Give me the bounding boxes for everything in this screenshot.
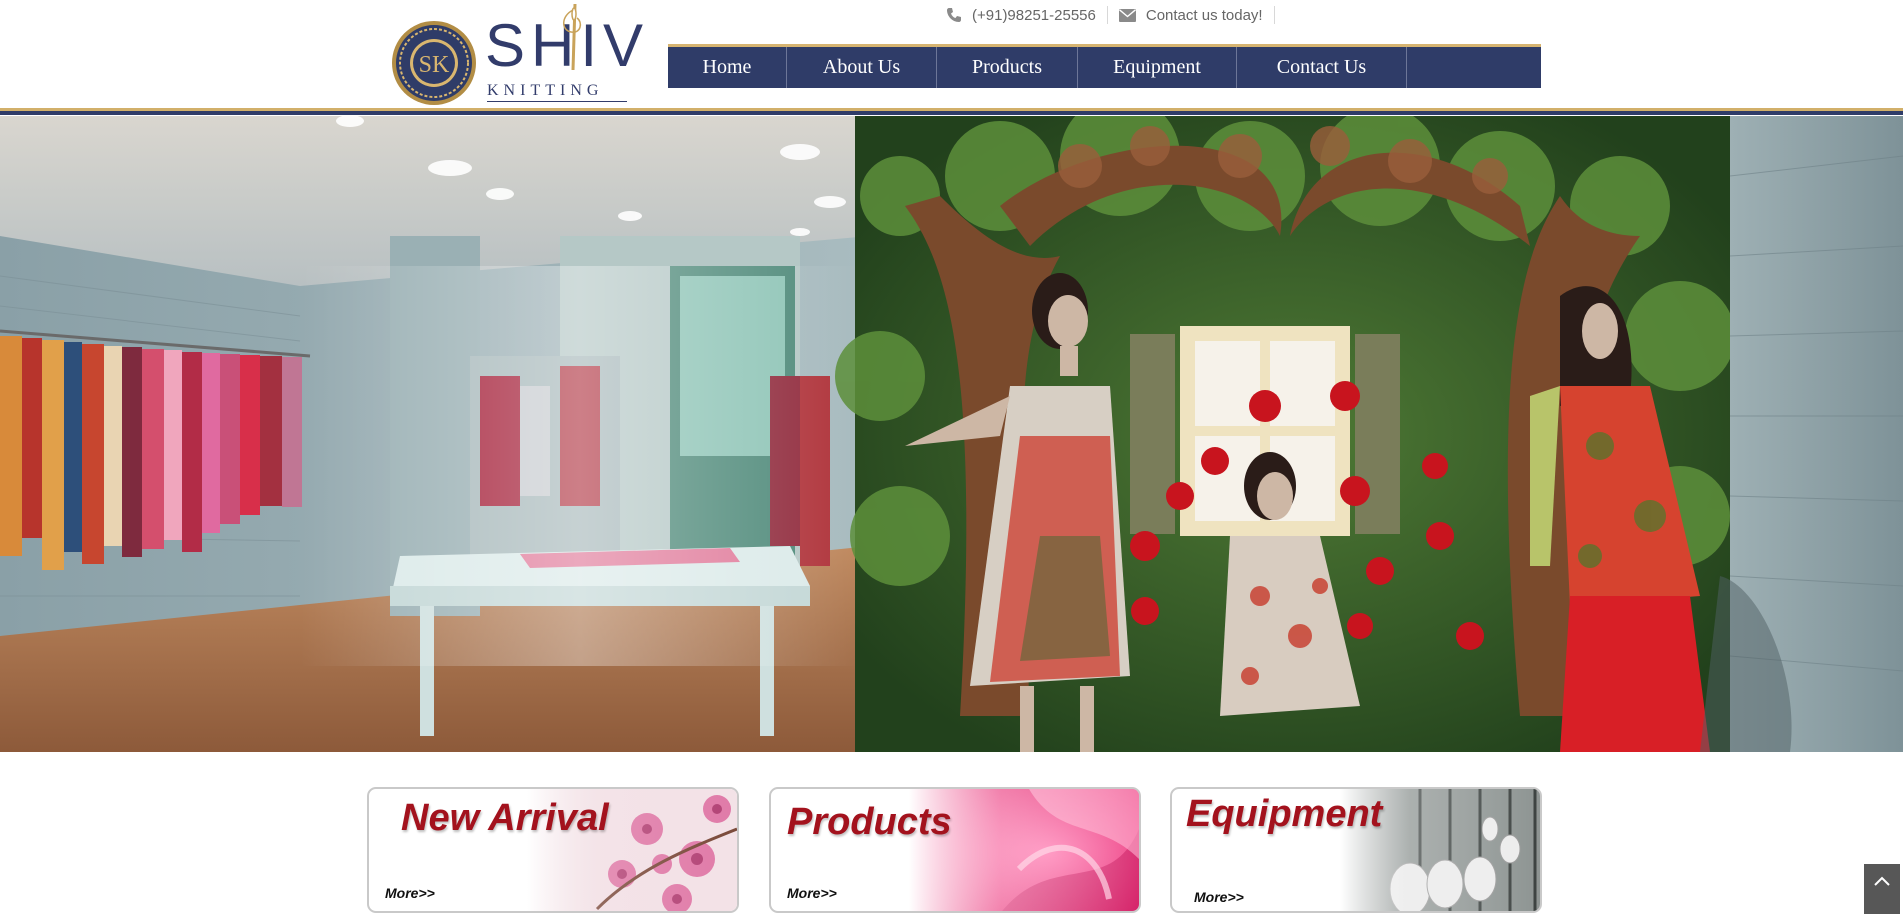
chevron-up-icon bbox=[1874, 876, 1890, 886]
logo-needle-graphic bbox=[563, 3, 582, 71]
contact-link: Contact us today! bbox=[1145, 6, 1263, 24]
hero-store-illustration bbox=[0, 116, 1903, 752]
hero-banner-image bbox=[0, 116, 1903, 752]
logo-subtitle: KNITTING bbox=[487, 82, 627, 102]
card-more-link-equipment[interactable]: More>> bbox=[1194, 889, 1244, 905]
header-navy-rule bbox=[0, 111, 1903, 115]
contact-topbar: (+91)98251-25556 Contact us today! bbox=[946, 4, 1275, 26]
feature-cards: New Arrival More>> Products More>> Equip… bbox=[0, 787, 1903, 914]
nav-home[interactable]: Home bbox=[668, 47, 787, 88]
scroll-to-top-button[interactable] bbox=[1864, 864, 1900, 914]
nav-products[interactable]: Products bbox=[937, 47, 1078, 88]
svg-text:SK: SK bbox=[419, 52, 450, 78]
logo-seal: SK bbox=[392, 21, 476, 105]
nav-equipment[interactable]: Equipment bbox=[1078, 47, 1237, 88]
site-logo[interactable]: SK SHIV KNITTING bbox=[389, 2, 643, 106]
card-equipment[interactable]: Equipment More>> bbox=[1170, 787, 1542, 913]
card-products[interactable]: Products More>> bbox=[769, 787, 1141, 913]
nav-about-us[interactable]: About Us bbox=[787, 47, 937, 88]
nav-contact-us[interactable]: Contact Us bbox=[1237, 47, 1407, 88]
main-navigation: Home About Us Products Equipment Contact… bbox=[668, 44, 1541, 88]
phone-icon bbox=[947, 8, 961, 22]
card-new-arrival[interactable]: New Arrival More>> bbox=[367, 787, 739, 913]
site-header: SK SHIV KNITTING (+91)98251-25556 Contac… bbox=[0, 0, 1903, 116]
phone-contact[interactable]: (+91)98251-25556 bbox=[946, 6, 1108, 24]
phone-number: (+91)98251-25556 bbox=[972, 6, 1096, 24]
email-contact[interactable]: Contact us today! bbox=[1108, 6, 1275, 24]
card-title-new-arrival: New Arrival bbox=[401, 797, 609, 839]
envelope-icon bbox=[1118, 8, 1136, 22]
card-title-equipment: Equipment bbox=[1186, 793, 1383, 835]
card-more-link-products[interactable]: More>> bbox=[787, 885, 837, 901]
card-title-products: Products bbox=[787, 801, 952, 843]
card-more-link-new-arrival[interactable]: More>> bbox=[385, 885, 435, 901]
